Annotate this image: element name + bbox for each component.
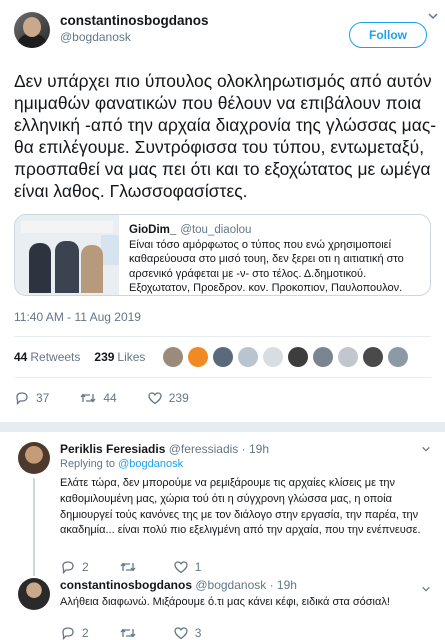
liker-avatar[interactable] xyxy=(363,347,384,367)
liker-avatar[interactable] xyxy=(263,347,284,367)
reply-header: constantinosbogdanos @bogdanosk · 19h xyxy=(60,578,430,592)
reply-icon xyxy=(62,627,74,640)
reply-handle[interactable]: @feressiadis xyxy=(169,442,239,456)
likes-count: 239 xyxy=(94,350,115,364)
liker-avatar[interactable] xyxy=(188,347,209,367)
tweet-text: Δεν υπάρχει πιο ύπουλος ολοκληρωτισμός α… xyxy=(14,71,437,201)
retweets-label: Retweets xyxy=(30,350,81,364)
reply-icon xyxy=(16,392,28,406)
reply-text: Αλήθεια διαφωνώ. Μιξάρουμε ό.τι μας κάνε… xyxy=(60,596,390,608)
quoted-tweet[interactable]: GioDim_ @tou_diaolou Είναι τόσο αμόρφωτος… xyxy=(14,214,431,296)
quoted-tweet-image xyxy=(15,215,119,295)
reply-body: Periklis Feresiadis @feressiadis · 19h R… xyxy=(60,442,430,575)
reply-button[interactable]: 2 xyxy=(60,625,89,640)
quoted-tweet-body: GioDim_ @tou_diaolou Είναι τόσο αμόρφωτος… xyxy=(119,215,430,295)
likes-label: Likes xyxy=(117,350,146,364)
retweet-button[interactable]: 44 xyxy=(79,390,117,406)
liker-avatar[interactable] xyxy=(213,347,234,367)
quoted-tweet-header: GioDim_ @tou_diaolou xyxy=(129,223,420,237)
heart-icon xyxy=(174,627,188,640)
reply-count: 37 xyxy=(36,391,50,405)
avatar[interactable] xyxy=(14,12,50,48)
retweet-icon xyxy=(120,628,136,638)
chevron-down-icon[interactable] xyxy=(421,584,431,597)
reply-tweet[interactable]: constantinosbogdanos @bogdanosk · 19h Αλ… xyxy=(0,572,445,640)
follow-button[interactable]: Follow xyxy=(349,22,427,48)
replying-to-prefix: Replying to xyxy=(60,458,119,470)
quoted-display-name: GioDim_ xyxy=(129,224,177,236)
thread-line xyxy=(33,478,35,576)
reply-display-name[interactable]: Periklis Feresiadis xyxy=(60,442,165,456)
reply-text: Ελάτε τώρα, δεν μπορούμε να ρεμιξάρουμε … xyxy=(60,477,421,537)
reply-time[interactable]: · 19h xyxy=(242,442,269,456)
like-count: 239 xyxy=(168,391,189,405)
engagement-stats: 44 Retweets 239 Likes xyxy=(14,337,431,377)
reply-tweet[interactable]: Periklis Feresiadis @feressiadis · 19h R… xyxy=(0,432,445,576)
main-tweet: constantinosbogdanos @bogdanosk Follow Δ… xyxy=(0,0,445,414)
quoted-text: Είναι τόσο αμόρφωτος ο τύπος που ενώ χρη… xyxy=(129,239,404,294)
reply-handle[interactable]: @bogdanosk xyxy=(195,578,266,592)
reply-button[interactable]: 37 xyxy=(14,390,49,406)
display-name[interactable]: constantinosbogdanos xyxy=(60,13,209,28)
retweet-count: 44 xyxy=(103,391,117,405)
reply-header: Periklis Feresiadis @feressiadis · 19h xyxy=(60,442,430,456)
avatar[interactable] xyxy=(18,442,50,474)
liker-avatars xyxy=(163,347,413,367)
reply-display-name[interactable]: constantinosbogdanos xyxy=(60,578,192,592)
liker-avatar[interactable] xyxy=(338,347,359,367)
liker-avatar[interactable] xyxy=(238,347,259,367)
liker-avatar[interactable] xyxy=(388,347,409,367)
liker-avatar[interactable] xyxy=(288,347,309,367)
liker-avatar[interactable] xyxy=(163,347,184,367)
chevron-down-icon[interactable] xyxy=(421,444,431,457)
author-names: constantinosbogdanos @bogdanosk xyxy=(60,13,209,44)
reply-actions: 2 3 xyxy=(60,617,430,640)
section-divider xyxy=(0,422,445,432)
avatar[interactable] xyxy=(18,578,50,610)
tweet-actions: 37 44 239 xyxy=(14,382,431,414)
reply-count: 2 xyxy=(82,625,89,640)
retweet-button[interactable] xyxy=(119,625,143,640)
replying-to: Replying to @bogdanosk xyxy=(60,458,430,470)
divider xyxy=(14,377,431,378)
quoted-handle: @tou_diaolou xyxy=(180,224,252,236)
chevron-down-icon[interactable] xyxy=(427,10,441,24)
likes-stat[interactable]: 239 Likes xyxy=(94,350,145,364)
replying-to-handle[interactable]: @bogdanosk xyxy=(118,458,183,470)
tweet-timestamp[interactable]: 11:40 AM - 11 Aug 2019 xyxy=(14,310,431,324)
retweets-count: 44 xyxy=(14,350,28,364)
like-button[interactable]: 239 xyxy=(147,390,189,406)
reply-time[interactable]: · 19h xyxy=(270,578,297,592)
reply-body: constantinosbogdanos @bogdanosk · 19h Αλ… xyxy=(60,578,430,640)
liker-avatar[interactable] xyxy=(313,347,334,367)
heart-icon xyxy=(148,392,162,405)
like-button[interactable]: 3 xyxy=(173,625,202,640)
user-handle[interactable]: @bogdanosk xyxy=(60,30,209,44)
like-count: 3 xyxy=(194,625,202,640)
retweet-icon xyxy=(80,393,96,403)
retweets-stat[interactable]: 44 Retweets xyxy=(14,350,80,364)
